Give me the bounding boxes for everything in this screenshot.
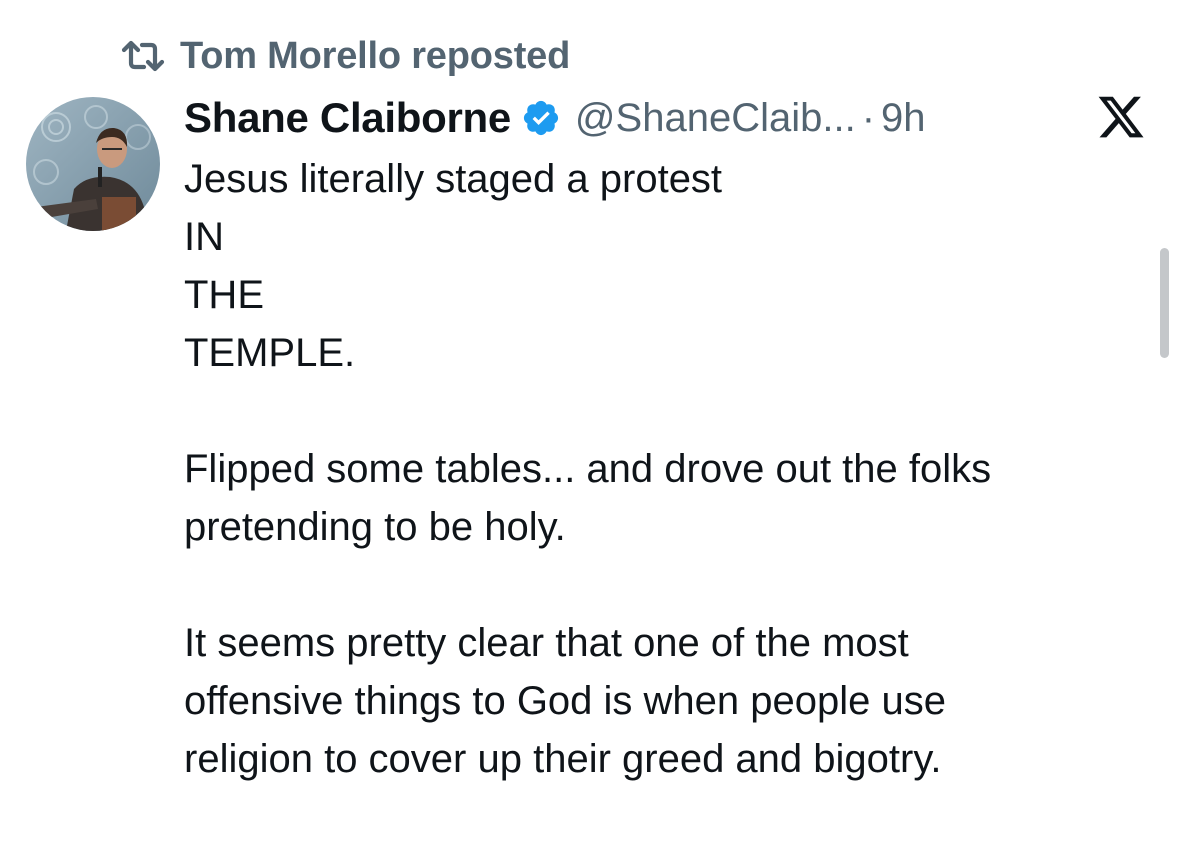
- author-name[interactable]: Shane Claiborne: [184, 94, 511, 142]
- tweet-line: religion to cover up their greed and big…: [184, 737, 942, 781]
- line-break: [184, 382, 1144, 440]
- verified-badge-icon: [521, 97, 563, 139]
- x-logo-icon[interactable]: [1096, 92, 1146, 142]
- repost-icon: [120, 36, 166, 76]
- repost-header[interactable]: Tom Morello reposted: [120, 30, 570, 82]
- timestamp[interactable]: 9h: [881, 96, 926, 141]
- avatar[interactable]: [26, 97, 160, 231]
- repost-label: Tom Morello reposted: [180, 34, 571, 77]
- tweet-line: It seems pretty clear that one of the mo…: [184, 621, 909, 665]
- tweet-header: Shane Claiborne @ShaneClaib... · 9h: [184, 88, 926, 148]
- tweet-line: IN: [184, 215, 224, 259]
- tweet-line: offensive things to God is when people u…: [184, 679, 946, 723]
- tweet-line: Flipped some tables... and drove out the…: [184, 447, 992, 491]
- tweet-line: pretending to be holy.: [184, 505, 566, 549]
- tweet-line: TEMPLE.: [184, 331, 356, 375]
- tweet-line: THE: [184, 273, 264, 317]
- tweet-text: Jesus literally staged a protest IN THE …: [184, 150, 1144, 788]
- author-handle[interactable]: @ShaneClaib...: [575, 96, 856, 141]
- separator-dot: ·: [861, 95, 876, 140]
- scrollbar[interactable]: [1160, 248, 1169, 358]
- tweet-line: Jesus literally staged a protest: [184, 157, 723, 201]
- line-break: [184, 556, 1144, 614]
